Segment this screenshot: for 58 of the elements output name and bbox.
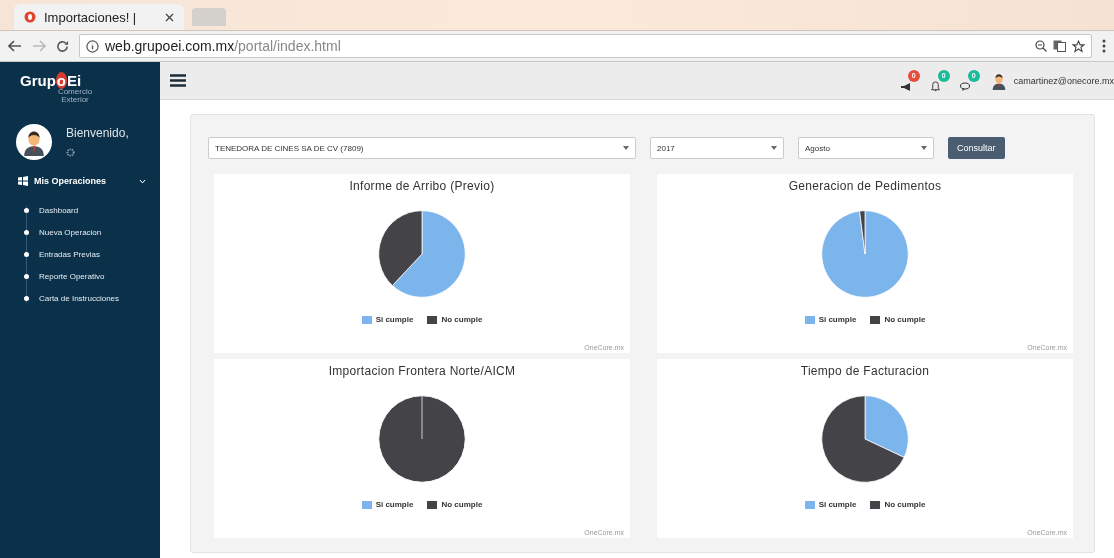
legend-item[interactable]: No cumple (427, 500, 483, 509)
back-icon[interactable] (8, 40, 22, 52)
caret-icon (771, 146, 777, 150)
chevron-icon (139, 178, 146, 184)
translate-icon[interactable] (1053, 40, 1066, 52)
legend-label: Si cumple (375, 315, 414, 324)
megaphone-icon (899, 81, 912, 92)
legend-label: No cumple (441, 500, 483, 509)
windows-icon (18, 176, 28, 186)
reload-icon[interactable] (56, 39, 69, 53)
browser-tab[interactable]: Importaciones! | (14, 4, 184, 30)
caret-icon (623, 146, 629, 150)
company-select[interactable]: TENEDORA DE CINES SA DE CV (7809) (208, 137, 636, 159)
url-path: /portal/index.html (234, 38, 341, 54)
legend-label: Si cumple (818, 315, 857, 324)
url-host: web.grupoei.com.mx (105, 38, 235, 54)
legend-item[interactable]: Si cumple (804, 315, 857, 324)
chart-title: Informe de Arribo (Previo) (349, 179, 495, 193)
info-icon (86, 39, 99, 53)
sidebar-item[interactable]: Nueva Operacion (24, 228, 160, 237)
legend-item[interactable]: Si cumple (804, 500, 857, 509)
menu-icon[interactable] (1102, 39, 1106, 53)
welcome-text: Bienvenido, (66, 126, 129, 140)
close-icon[interactable] (165, 12, 174, 22)
user-menu[interactable]: camartinez@onecore.mx (1013, 75, 1114, 86)
zoom-out-icon[interactable] (1035, 40, 1047, 52)
consultar-button[interactable]: Consultar (948, 137, 1005, 159)
chart-title: Generacion de Pedimentos (788, 179, 942, 193)
menu-section[interactable]: Mis Operaciones (18, 176, 146, 186)
legend-item[interactable]: No cumple (870, 315, 926, 324)
chat-icon (959, 81, 972, 92)
legend-label: No cumple (884, 315, 926, 324)
opera-icon (24, 11, 36, 23)
legend-item[interactable]: Si cumple (361, 500, 414, 509)
year-select[interactable]: 2017 (650, 137, 784, 159)
chart-title: Tiempo de Facturacion (800, 364, 930, 378)
chart-title: Importacion Frontera Norte/AICM (328, 364, 516, 378)
legend-label: No cumple (884, 500, 926, 509)
legend-label: Si cumple (818, 500, 857, 509)
sidebar-item[interactable]: Dashboard (24, 206, 160, 215)
legend-item[interactable]: No cumple (870, 500, 926, 509)
legend-label: Si cumple (375, 500, 414, 509)
tab-title: Importaciones! | (44, 9, 138, 25)
legend-item[interactable]: Si cumple (361, 315, 414, 324)
legend-item[interactable]: No cumple (427, 315, 483, 324)
logo-subtitle: Comercio Exterior (56, 88, 94, 104)
caret-icon (921, 146, 927, 150)
gear-icon[interactable] (66, 148, 75, 157)
sidebar-item[interactable]: Entradas Previas (24, 250, 160, 259)
sidebar-item[interactable]: Carta de Instrucciones (24, 294, 160, 303)
legend-label: No cumple (441, 315, 483, 324)
address-bar[interactable]: web.grupoei.com.mx/portal/index.html (79, 34, 1092, 58)
bell-icon (929, 80, 941, 92)
month-select[interactable]: Agosto (798, 137, 934, 159)
logo: GrupoEi (20, 72, 83, 89)
sidebar-item[interactable]: Reporte Operativo (24, 272, 160, 281)
star-icon[interactable] (1072, 39, 1085, 53)
menu-icon[interactable] (170, 74, 186, 87)
